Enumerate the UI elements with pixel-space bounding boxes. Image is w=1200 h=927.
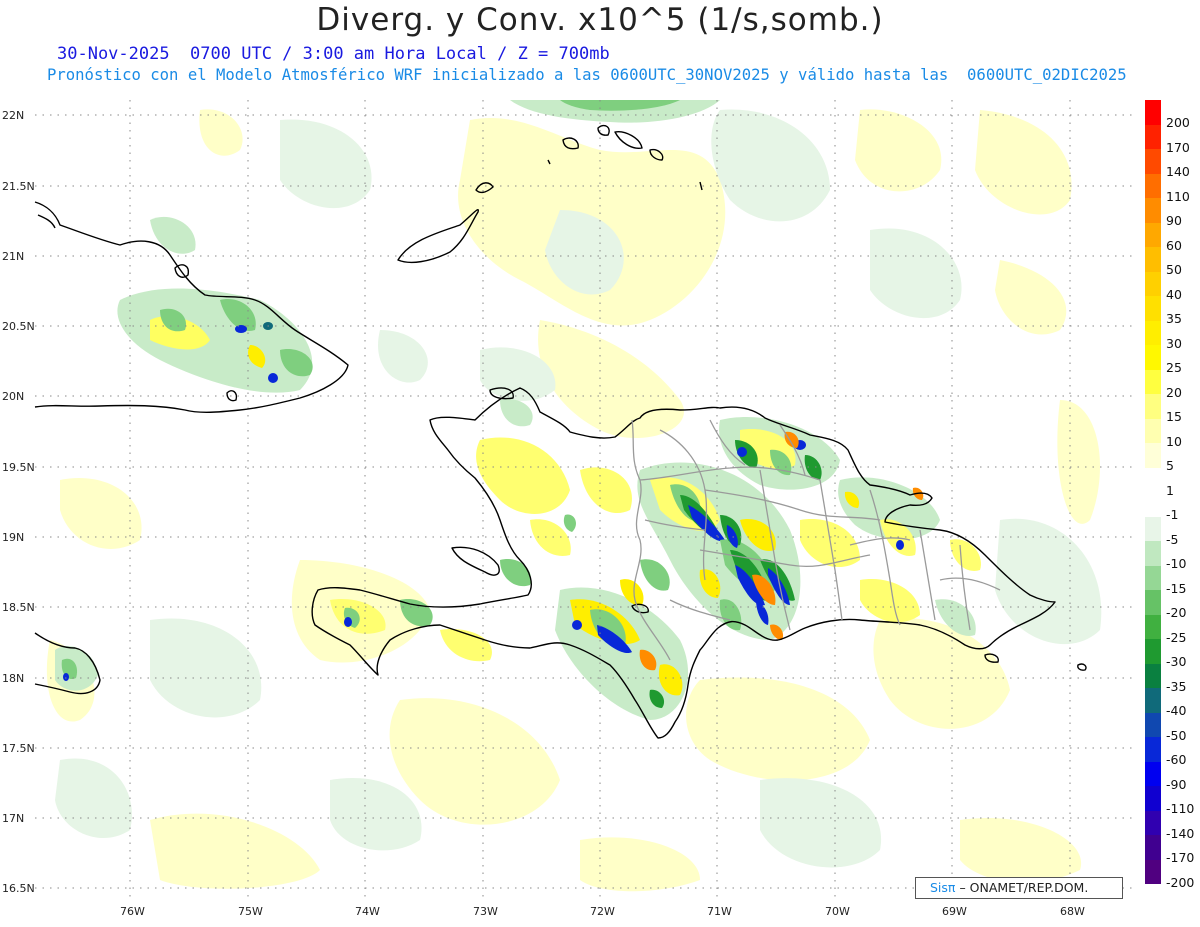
colorbar-swatch (1145, 786, 1161, 811)
colorbar-label: 60 (1166, 237, 1182, 253)
colorbar-label: -110 (1166, 801, 1195, 816)
forecast-time: 30-Nov-2025 0700 UTC / 3:00 am Hora Loca… (57, 44, 610, 64)
colorbar-label: 40 (1166, 286, 1182, 302)
colorbar-swatch (1145, 810, 1161, 835)
lat-label: 16.5N (2, 882, 35, 895)
colorbar-label: 10 (1166, 433, 1182, 449)
colorbar-swatch (1145, 761, 1161, 786)
colorbar-swatch (1145, 737, 1161, 762)
colorbar-label: -40 (1166, 703, 1187, 718)
colorbar-label: -25 (1166, 629, 1187, 645)
colorbar-swatch (1145, 443, 1161, 468)
colorbar-swatch (1145, 173, 1161, 198)
colorbar (1145, 100, 1161, 884)
lat-label: 21.5N (2, 180, 35, 193)
lat-label: 18N (2, 672, 24, 685)
credit-box: Sisπ – ONAMET/REP.DOM. (915, 877, 1123, 899)
lat-label: 18.5N (2, 601, 35, 614)
lon-label: 74W (355, 905, 380, 918)
colorbar-swatch (1145, 345, 1161, 370)
colorbar-label: -20 (1166, 605, 1187, 620)
colorbar-swatch (1145, 149, 1161, 174)
colorbar-label: -170 (1166, 850, 1195, 865)
colorbar-swatch (1145, 835, 1161, 860)
colorbar-swatch (1145, 198, 1161, 223)
lat-label: 19.5N (2, 461, 35, 474)
lat-label: 22N (2, 109, 24, 122)
colorbar-label: 110 (1166, 188, 1190, 204)
colorbar-label: 35 (1166, 311, 1182, 326)
colorbar-label: -1 (1166, 507, 1179, 522)
colorbar-swatch (1145, 590, 1161, 615)
lat-label: 17N (2, 812, 24, 825)
lon-label: 70W (825, 905, 850, 918)
colorbar-label: 1 (1166, 482, 1174, 498)
colorbar-label: 25 (1166, 360, 1182, 375)
colorbar-swatch (1145, 492, 1161, 517)
colorbar-swatch (1145, 859, 1161, 884)
colorbar-swatch (1145, 712, 1161, 737)
lon-label: 72W (590, 905, 615, 918)
colorbar-swatch (1145, 296, 1161, 321)
colorbar-swatch (1145, 467, 1161, 492)
lon-label: 76W (120, 905, 145, 918)
lat-labels: 22N 21.5N 21N 20.5N 20N 19.5N 19N 18.5N … (2, 109, 35, 895)
lat-label: 19N (2, 531, 24, 544)
colorbar-label: -140 (1166, 825, 1195, 841)
colorbar-swatch (1145, 247, 1161, 272)
colorbar-swatch (1145, 516, 1161, 541)
colorbar-label: -10 (1166, 556, 1187, 571)
colorbar-swatch (1145, 418, 1161, 443)
lat-label: 21N (2, 250, 24, 263)
colorbar-swatch (1145, 394, 1161, 419)
colorbar-swatch (1145, 541, 1161, 566)
sispi-logo: Sisπ (930, 880, 956, 895)
colorbar-swatch (1145, 614, 1161, 639)
colorbar-label: 20 (1166, 384, 1182, 400)
colorbar-swatch (1145, 369, 1161, 394)
lon-label: 71W (707, 905, 732, 918)
lon-label: 68W (1060, 905, 1085, 918)
colorbar-swatch (1145, 222, 1161, 247)
colorbar-label: 30 (1166, 335, 1182, 351)
colorbar-label: -30 (1166, 654, 1187, 669)
colorbar-swatch (1145, 565, 1161, 590)
lat-label: 20.5N (2, 320, 35, 333)
credit-org: – ONAMET/REP.DOM. (959, 880, 1089, 895)
lon-labels: 76W 75W 74W 73W 72W 71W 70W 69W 68W (120, 905, 1085, 918)
colorbar-label: 15 (1166, 409, 1182, 424)
colorbar-label: -50 (1166, 727, 1187, 743)
colorbar-swatch (1145, 320, 1161, 345)
lon-label: 73W (473, 905, 498, 918)
colorbar-label: -5 (1166, 531, 1179, 547)
colorbar-label: 90 (1166, 213, 1182, 228)
lon-label: 75W (238, 905, 263, 918)
colorbar-swatch (1145, 663, 1161, 688)
colorbar-label: -60 (1166, 752, 1187, 767)
colorbar-swatch (1145, 100, 1161, 125)
map-title: Diverg. y Conv. x10^5 (1/s,somb.) (316, 2, 884, 38)
colorbar-swatch (1145, 271, 1161, 296)
colorbar-label: 5 (1166, 458, 1174, 473)
model-description: Pronóstico con el Modelo Atmosférico WRF… (47, 66, 1127, 84)
colorbar-label: 170 (1166, 139, 1190, 155)
lat-label: 17.5N (2, 742, 35, 755)
colorbar-label: -90 (1166, 776, 1187, 792)
colorbar-swatch (1145, 639, 1161, 664)
colorbar-label: 200 (1166, 115, 1190, 130)
colorbar-label: -15 (1166, 580, 1187, 596)
colorbar-swatch (1145, 124, 1161, 149)
colorbar-label: -35 (1166, 678, 1187, 694)
colorbar-label: 50 (1166, 262, 1182, 277)
divergence-map: 22N 21.5N 21N 20.5N 20N 19.5N 19N 18.5N … (2, 100, 1137, 918)
colorbar-label: -200 (1166, 874, 1195, 890)
colorbar-swatch (1145, 688, 1161, 713)
lon-label: 69W (942, 905, 967, 918)
lat-label: 20N (2, 390, 24, 403)
colorbar-label: 140 (1166, 164, 1190, 179)
